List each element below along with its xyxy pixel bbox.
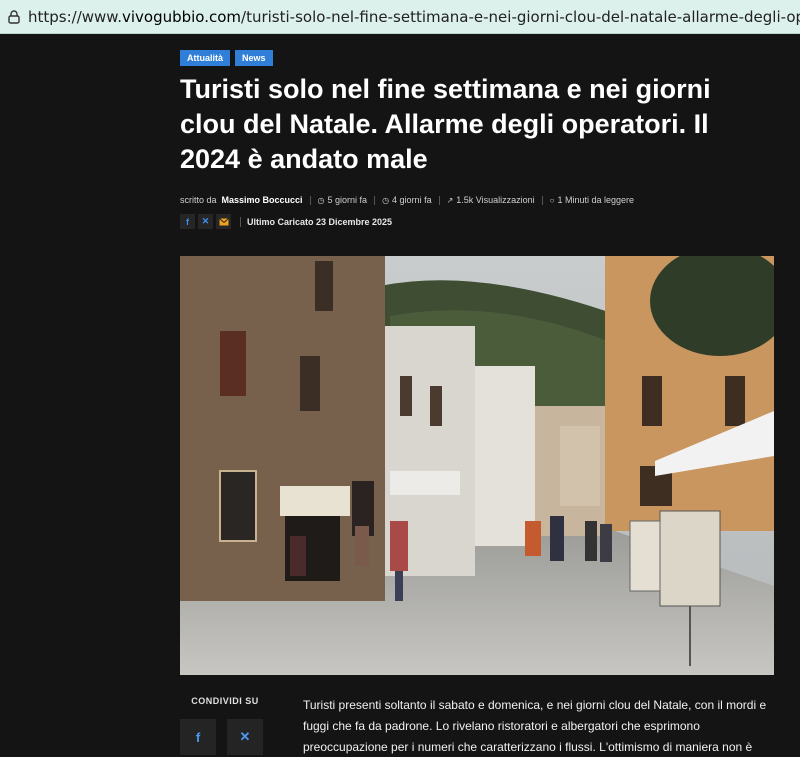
x-share-button[interactable]: ✕ — [227, 719, 263, 755]
x-share-button[interactable]: ✕ — [198, 214, 213, 229]
category-badges: Attualità News — [180, 50, 273, 66]
article-meta: scritto da Massimo Boccucci ◷ 5 giorni f… — [180, 195, 634, 205]
x-icon: ✕ — [201, 216, 210, 226]
clock-icon: ◷ — [382, 195, 390, 205]
meta-divider — [541, 195, 543, 205]
facebook-share-button[interactable]: f — [180, 719, 216, 755]
x-icon: ✕ — [239, 729, 251, 744]
meta-divider — [438, 195, 440, 205]
author-link[interactable]: Massimo Boccucci — [222, 195, 303, 205]
category-badge-news[interactable]: News — [235, 50, 273, 66]
lock-icon — [0, 0, 28, 33]
featured-image — [180, 256, 774, 675]
meta-divider — [374, 195, 376, 205]
article-body: Turisti presenti soltanto il sabato e do… — [303, 698, 767, 754]
clock-icon: ◷ — [317, 195, 325, 205]
meta-divider — [309, 195, 311, 205]
share-label: CONDIVIDI SU — [191, 696, 259, 706]
category-badge-attualita[interactable]: Attualità — [180, 50, 230, 66]
trend-icon: ↗ — [446, 195, 454, 205]
published-date: 5 giorni fa — [327, 195, 368, 205]
read-time: 1 Minuti da leggere — [557, 195, 635, 205]
mail-icon — [218, 217, 229, 225]
article-page: Attualità News Turisti solo nel fine set… — [0, 35, 800, 757]
url-text[interactable]: https://www.vivogubbio.com/turisti-solo-… — [28, 8, 800, 26]
email-share-button[interactable] — [216, 214, 231, 229]
facebook-share-button[interactable]: f — [180, 214, 195, 229]
article-title: Turisti solo nel fine settimana e nei gi… — [180, 74, 711, 174]
view-count: 1.5k Visualizzazioni — [456, 195, 535, 205]
timer-icon: ○ — [549, 195, 555, 205]
facebook-icon: f — [195, 729, 201, 745]
browser-address-bar[interactable]: https://www.vivogubbio.com/turisti-solo-… — [0, 0, 800, 34]
facebook-icon: f — [186, 216, 189, 227]
modified-date: 4 giorni fa — [392, 195, 432, 205]
side-share-buttons: f ✕ — [180, 719, 263, 755]
written-by-label: scritto da — [180, 195, 217, 205]
last-updated: Ultimo Caricato 23 Dicembre 2025 — [240, 216, 392, 227]
header-share-row: f ✕ Ultimo Caricato 23 Dicembre 2025 — [180, 214, 392, 229]
